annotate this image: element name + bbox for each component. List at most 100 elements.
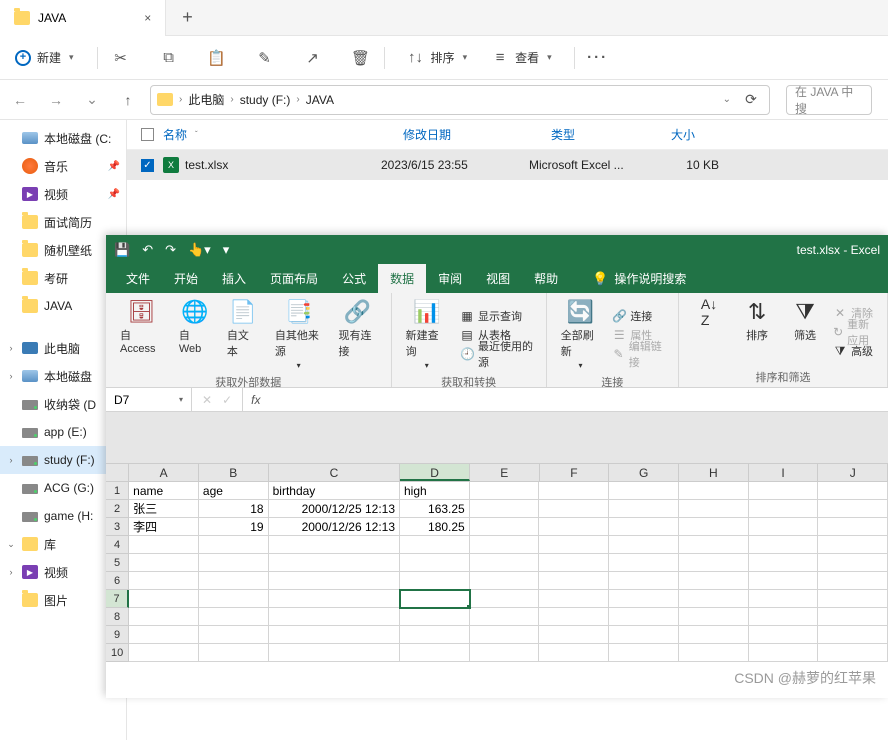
- advanced-button[interactable]: ⧩高级: [833, 342, 877, 360]
- from-text-button[interactable]: 📄自文本: [223, 297, 263, 372]
- touch-mode-icon[interactable]: 👆▾: [188, 242, 211, 258]
- delete-button[interactable]: 🗑: [352, 49, 370, 67]
- tab-layout[interactable]: 页面布局: [258, 264, 330, 293]
- cell-c3[interactable]: 2000/12/26 12:13: [269, 518, 400, 536]
- spreadsheet-grid[interactable]: A B C D E F G H I J 1 name age birthday …: [106, 464, 888, 698]
- sidebar-item-music[interactable]: 音乐📌: [0, 152, 126, 180]
- file-row[interactable]: ✓ Xtest.xlsx 2023/6/15 23:55 Microsoft E…: [127, 150, 888, 180]
- col-header-h[interactable]: H: [679, 464, 749, 481]
- active-cell[interactable]: [400, 590, 470, 608]
- new-button[interactable]: + 新建 ▾: [6, 42, 83, 73]
- cell-d3[interactable]: 180.25: [400, 518, 470, 536]
- save-icon[interactable]: 💾: [114, 242, 130, 258]
- close-icon[interactable]: ×: [144, 11, 151, 25]
- nav-up-button[interactable]: ↑: [114, 92, 142, 108]
- sort-button[interactable]: ⇅排序: [737, 297, 777, 367]
- edit-links-button[interactable]: ✎编辑链接: [612, 345, 668, 363]
- cancel-icon[interactable]: ✕: [202, 393, 212, 407]
- col-header-j[interactable]: J: [818, 464, 888, 481]
- cell-a2[interactable]: 张三: [129, 500, 199, 518]
- reapply-button[interactable]: ↻重新应用: [833, 323, 877, 341]
- col-header-d[interactable]: D: [400, 464, 470, 481]
- cell-c1[interactable]: birthday: [269, 482, 400, 500]
- sidebar-item-resume[interactable]: 面试简历: [0, 208, 126, 236]
- formula-bar: D7▾ ✕ ✓ fx: [106, 388, 888, 412]
- cell-a1[interactable]: name: [129, 482, 199, 500]
- connections-button[interactable]: 🔗连接: [612, 307, 668, 325]
- excel-ribbon-tabs: 文件 开始 插入 页面布局 公式 数据 审阅 视图 帮助 💡操作说明搜索: [106, 265, 888, 293]
- undo-icon[interactable]: ↶: [142, 242, 153, 258]
- cell-c2[interactable]: 2000/12/25 12:13: [269, 500, 400, 518]
- refresh-all-button[interactable]: 🔄全部刷新▾: [557, 297, 605, 372]
- col-header-a[interactable]: A: [129, 464, 199, 481]
- tab-formula[interactable]: 公式: [330, 264, 378, 293]
- tab-help[interactable]: 帮助: [522, 264, 570, 293]
- search-input[interactable]: 在 JAVA 中搜: [786, 85, 872, 115]
- tab-home[interactable]: 开始: [162, 264, 210, 293]
- col-header-g[interactable]: G: [609, 464, 679, 481]
- copy-button[interactable]: ⧉: [160, 49, 178, 67]
- explorer-tab-java[interactable]: JAVA ×: [0, 0, 166, 36]
- tab-review[interactable]: 审阅: [426, 264, 474, 293]
- tab-view[interactable]: 视图: [474, 264, 522, 293]
- cell-b2[interactable]: 18: [199, 500, 269, 518]
- existing-conn-button[interactable]: 🔗现有连接: [334, 297, 380, 372]
- col-header-c[interactable]: C: [269, 464, 401, 481]
- tab-data[interactable]: 数据: [378, 264, 426, 293]
- filter-button[interactable]: ⧩筛选: [785, 297, 825, 367]
- excel-titlebar[interactable]: 💾 ↶ ↷ 👆▾ ▾ test.xlsx - Excel: [106, 235, 888, 265]
- nav-forward-button[interactable]: →: [42, 92, 70, 108]
- chevron-down-icon: ▾: [69, 52, 74, 63]
- nav-back-button[interactable]: ←: [6, 92, 34, 108]
- rename-button[interactable]: ✎: [256, 49, 274, 67]
- tab-insert[interactable]: 插入: [210, 264, 258, 293]
- bulb-icon: 💡: [592, 271, 608, 287]
- breadcrumb[interactable]: › 此电脑 › study (F:) › JAVA ⌄ ⟳: [150, 85, 770, 115]
- new-query-button[interactable]: 📊新建查 询▾: [402, 297, 452, 372]
- cell-b3[interactable]: 19: [199, 518, 269, 536]
- sort-icon: ↑↓: [407, 49, 425, 67]
- col-header-b[interactable]: B: [199, 464, 269, 481]
- select-all-cell[interactable]: [106, 464, 129, 481]
- column-header-type[interactable]: 类型: [551, 126, 671, 143]
- more-button[interactable]: ···: [589, 49, 607, 67]
- from-access-button[interactable]: 🗄自 Access: [116, 297, 167, 372]
- cut-button[interactable]: ✂: [112, 49, 130, 67]
- watermark: CSDN @赫萝的红苹果: [734, 668, 876, 688]
- file-checkbox[interactable]: ✓: [141, 159, 154, 172]
- cell-a3[interactable]: 李四: [129, 518, 199, 536]
- from-web-button[interactable]: 🌐自 Web: [175, 297, 215, 372]
- new-tab-button[interactable]: +: [166, 7, 209, 28]
- sidebar-item-video[interactable]: ▶视频📌: [0, 180, 126, 208]
- fx-icon[interactable]: fx: [243, 393, 268, 407]
- col-header-e[interactable]: E: [470, 464, 540, 481]
- sidebar-item-localdisk-c[interactable]: 本地磁盘 (C:: [0, 124, 126, 152]
- sort-asc-button[interactable]: A↓Z: [689, 297, 729, 367]
- tell-me-input[interactable]: 💡操作说明搜索: [582, 264, 696, 293]
- enter-icon[interactable]: ✓: [222, 393, 232, 407]
- tab-file[interactable]: 文件: [114, 264, 162, 293]
- from-other-button[interactable]: 📑自其他来源▾: [271, 297, 327, 372]
- tab-title: JAVA: [38, 11, 66, 25]
- cell-b1[interactable]: age: [199, 482, 269, 500]
- cell-d2[interactable]: 163.25: [400, 500, 470, 518]
- col-header-f[interactable]: F: [540, 464, 610, 481]
- view-button[interactable]: ≡ 查看 ▾: [483, 43, 560, 73]
- name-box[interactable]: D7▾: [106, 388, 192, 411]
- column-header-size[interactable]: 大小: [671, 126, 751, 143]
- refresh-button[interactable]: ⟳: [739, 91, 763, 108]
- share-button[interactable]: ↗: [304, 49, 322, 67]
- col-header-i[interactable]: I: [749, 464, 819, 481]
- sort-button[interactable]: ↑↓ 排序 ▾: [399, 43, 476, 73]
- nav-recent-button[interactable]: ⌄: [78, 91, 106, 108]
- chevron-down-icon[interactable]: ⌄: [723, 94, 731, 105]
- column-header-name[interactable]: 名称ˇ: [163, 126, 403, 143]
- column-header-date[interactable]: 修改日期: [403, 126, 551, 143]
- qat-customize-icon[interactable]: ▾: [223, 242, 230, 258]
- cell-d1[interactable]: high: [400, 482, 470, 500]
- select-all-checkbox[interactable]: [141, 128, 154, 141]
- recent-sources-button[interactable]: 🕘最近使用的源: [460, 345, 536, 363]
- show-query-button[interactable]: ▦显示查询: [460, 307, 536, 325]
- paste-button[interactable]: 📋: [208, 49, 226, 67]
- redo-icon[interactable]: ↷: [165, 242, 176, 258]
